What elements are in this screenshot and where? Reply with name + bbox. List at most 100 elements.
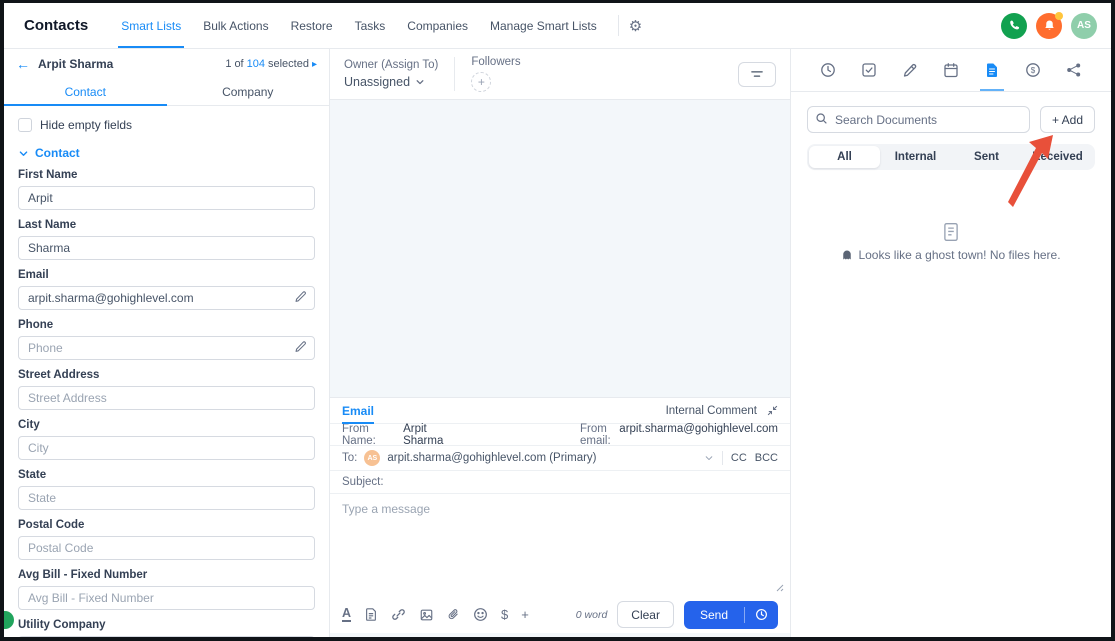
pager-of: of (234, 58, 244, 70)
empty-text: Looks like a ghost town! No files here. (858, 248, 1061, 262)
composer-subject-row[interactable]: Subject: (330, 471, 790, 494)
field-input[interactable] (18, 586, 315, 610)
field-label: Last Name (18, 219, 77, 231)
tab-documents-icon[interactable] (980, 49, 1005, 91)
search-documents-input[interactable] (807, 106, 1030, 133)
schedule-send-icon[interactable] (745, 608, 778, 621)
back-arrow-icon[interactable]: ← (16, 56, 30, 72)
collapse-icon[interactable] (767, 405, 778, 416)
pager-current: 1 (225, 58, 232, 70)
send-button[interactable]: Send (683, 600, 778, 629)
chevron-down-icon (416, 80, 424, 85)
next-contact-icon[interactable]: ▸ (312, 59, 317, 70)
chevron-down-icon (19, 150, 28, 156)
field-label: Utility Company (18, 619, 106, 631)
chevron-down-icon[interactable] (704, 453, 714, 463)
tab-email[interactable]: Email (342, 398, 375, 424)
filter-button[interactable] (738, 61, 776, 87)
field-input[interactable] (18, 186, 315, 210)
contact-header: ← Arpit Sharma 1 of 104 selected ▸ (4, 49, 329, 79)
edit-pencil-icon[interactable] (294, 290, 307, 303)
to-label: To: (342, 452, 358, 464)
to-value[interactable]: arpit.sharma@gohighlevel.com (Primary) (387, 452, 596, 464)
header-nav-tab[interactable]: Bulk Actions (192, 3, 279, 48)
add-follower-button[interactable]: + (471, 72, 492, 92)
hide-empty-checkbox[interactable] (18, 118, 32, 132)
edit-pencil-icon[interactable] (294, 340, 307, 353)
tab-calendar-icon[interactable] (939, 49, 963, 91)
user-avatar[interactable]: AS (1071, 12, 1097, 39)
contact-panel-tab[interactable]: Company (167, 79, 330, 105)
tab-clock-icon[interactable] (816, 49, 840, 91)
contact-fields: First Name Last Name Email Phone Street … (18, 169, 315, 637)
conversation-panel: Owner (Assign To) Unassigned Followers + (330, 49, 790, 637)
field-input[interactable] (18, 486, 315, 510)
contact-section-toggle[interactable]: Contact (18, 146, 315, 160)
field-input[interactable] (18, 336, 315, 360)
image-icon[interactable] (419, 608, 434, 622)
tab-payments-icon[interactable]: $ (1021, 49, 1045, 91)
hide-empty-fields-toggle[interactable]: Hide empty fields (18, 118, 315, 132)
doc-filter-tab[interactable]: Internal (880, 146, 951, 168)
page-title: Contacts (24, 17, 89, 34)
nav-divider (617, 15, 619, 36)
email-composer: Email Internal Comment From Name: Arpit … (330, 397, 790, 633)
contact-panel-tab[interactable]: Contact (4, 79, 167, 106)
settings-gear-icon[interactable]: ⚙ (629, 17, 642, 35)
field-label: City (18, 419, 40, 431)
contact-name: Arpit Sharma (38, 57, 114, 71)
bcc-button[interactable]: BCC (755, 452, 778, 464)
owner-select[interactable]: Unassigned (344, 75, 438, 89)
field-input[interactable] (18, 636, 315, 637)
search-icon (815, 112, 828, 125)
header-nav-tab[interactable]: Restore (280, 3, 344, 48)
header-nav-tab[interactable]: Manage Smart Lists (479, 3, 608, 48)
filter-icon (751, 71, 763, 77)
hide-empty-label: Hide empty fields (40, 118, 133, 132)
field-label: Street Address (18, 369, 100, 381)
tab-tasks-icon[interactable] (857, 49, 881, 91)
internal-comment-toggle[interactable]: Internal Comment (666, 405, 757, 417)
font-format-icon[interactable]: A (342, 606, 352, 623)
main-area: ← Arpit Sharma 1 of 104 selected ▸ Conta… (4, 49, 1111, 637)
field-input[interactable] (18, 536, 315, 560)
field-input[interactable] (18, 286, 315, 310)
followers-label: Followers (471, 56, 521, 68)
owner-value: Unassigned (344, 75, 411, 89)
header-nav-tab[interactable]: Tasks (344, 3, 397, 48)
plus-icon[interactable]: + (521, 607, 529, 622)
top-header: Contacts Smart Lists Bulk Actions Restore T… (4, 3, 1111, 49)
cc-button[interactable]: CC (731, 452, 747, 464)
field-label: Postal Code (18, 519, 85, 531)
contact-field: Postal Code (18, 519, 315, 560)
app-window: Contacts Smart Lists Bulk Actions Restore T… (0, 0, 1115, 641)
bell-icon (1044, 20, 1054, 30)
header-nav: Smart Lists Bulk Actions Restore Tasks Compa… (110, 3, 608, 48)
clear-button[interactable]: Clear (617, 601, 674, 628)
add-document-button[interactable]: + Add (1039, 106, 1095, 133)
doc-filter-tab[interactable]: Sent (951, 146, 1022, 168)
tab-associations-icon[interactable] (1062, 49, 1086, 91)
resize-handle-icon[interactable] (776, 584, 784, 592)
document-filter-tabs: All Internal Sent Received (807, 144, 1095, 170)
contact-field: Utility Company (18, 619, 315, 637)
phone-button[interactable] (1001, 12, 1027, 39)
emoji-icon[interactable] (473, 607, 488, 622)
tab-notes-icon[interactable] (898, 49, 922, 91)
link-icon[interactable] (391, 607, 406, 622)
document-icon (944, 223, 958, 241)
send-label[interactable]: Send (684, 608, 744, 622)
message-input[interactable]: Type a message (330, 494, 790, 596)
template-icon[interactable] (364, 607, 378, 622)
payment-request-icon[interactable]: $ (501, 607, 508, 622)
field-input[interactable] (18, 386, 315, 410)
doc-filter-tab[interactable]: All (809, 146, 880, 168)
header-nav-tab[interactable]: Companies (396, 3, 479, 48)
doc-filter-tab[interactable]: Received (1022, 146, 1093, 168)
field-input[interactable] (18, 436, 315, 460)
attachment-icon[interactable] (447, 607, 460, 622)
field-input[interactable] (18, 236, 315, 260)
notifications-button[interactable] (1036, 11, 1063, 39)
contact-field: City (18, 419, 315, 460)
header-nav-tab[interactable]: Smart Lists (110, 3, 192, 48)
